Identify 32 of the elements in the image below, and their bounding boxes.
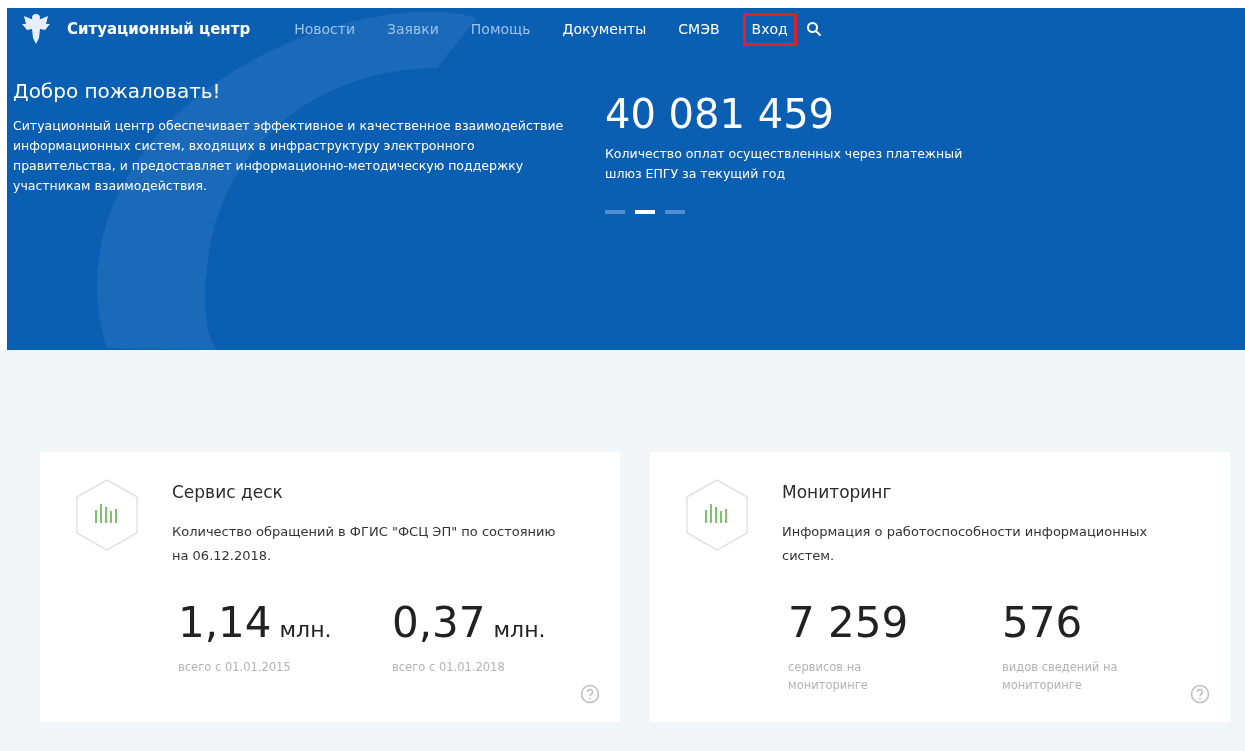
help-icon[interactable]	[1190, 684, 1210, 704]
stat-caption: всего с 01.01.2018	[392, 658, 506, 676]
welcome-text: Ситуационный центр обеспечивает эффективное и качественное взаимодействие информационных систем, входящих в инфраструктуру электронного правительства, и предоставляет информационно-методическую поддержку участникам взаимодействия.	[13, 117, 565, 195]
stat-caption: всего с 01.01.2015	[178, 658, 292, 676]
card-title: Мониторинг	[782, 481, 893, 504]
card-description: Количество обращений в ФГИС "ФСЦ ЭП" по состоянию на 06.12.2018.	[172, 522, 557, 565]
payments-count: 40 081 459	[605, 90, 836, 138]
card-title: Сервис деск	[172, 481, 284, 504]
carousel-indicator[interactable]	[635, 210, 655, 214]
carousel-indicator[interactable]	[605, 210, 625, 214]
stat-unit: млн.	[493, 615, 546, 644]
site-title: Ситуационный центр	[67, 18, 251, 40]
stat-value: 7 259	[788, 597, 909, 648]
nav-link[interactable]: Документы	[553, 12, 656, 46]
stat-caption: сервисов на мониторинге	[788, 658, 869, 694]
chart-hexagon-icon	[684, 478, 750, 552]
card-description: Информация о работоспособности информационных систем.	[782, 522, 1149, 565]
stat-value: 1,14	[178, 597, 272, 648]
welcome-heading: Добро пожаловать!	[13, 78, 222, 105]
payments-caption: Количество оплат осуществленных через платежный шлюз ЕПГУ за текущий год	[605, 145, 964, 183]
carousel-indicator[interactable]	[665, 210, 685, 214]
chart-hexagon-icon	[74, 478, 140, 552]
nav-link[interactable]: СМЭВ	[669, 12, 729, 46]
stat-caption: видов сведений на мониторинге	[1002, 658, 1119, 694]
stat-unit: млн.	[279, 615, 332, 644]
nav-link[interactable]: Помощь	[461, 12, 540, 46]
help-icon[interactable]	[580, 684, 600, 704]
stat-value: 576	[1002, 597, 1083, 648]
search-icon[interactable]	[805, 21, 822, 37]
nav-link[interactable]: Новости	[285, 12, 365, 46]
stat-value: 0,37	[392, 597, 486, 648]
nav-link[interactable]: Вход	[742, 12, 797, 46]
